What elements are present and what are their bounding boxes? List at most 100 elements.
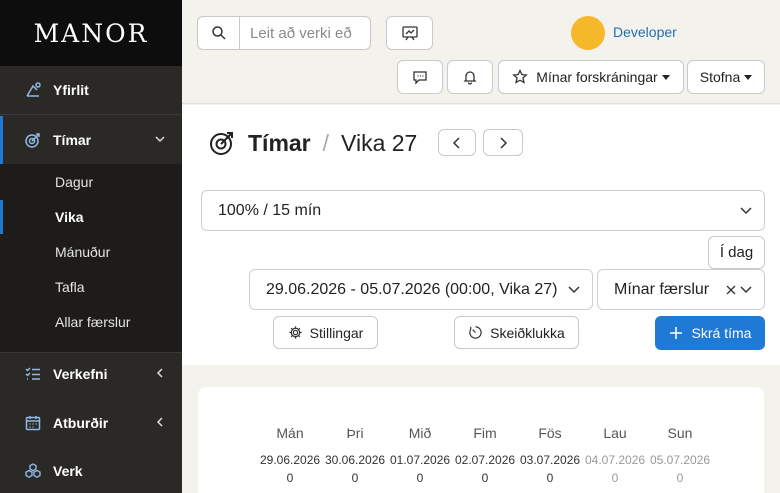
chart-button[interactable] — [386, 16, 433, 50]
target-clock-icon — [24, 131, 42, 149]
sidebar-subitem-dagur[interactable]: Dagur — [0, 165, 182, 199]
day-name: Lau — [603, 425, 627, 441]
date-range-select[interactable]: 29.06.2026 - 05.07.2026 (00:00, Vika 27) — [249, 269, 593, 310]
create-dropdown[interactable]: Stofna — [687, 60, 765, 94]
avatar[interactable] — [571, 16, 605, 50]
favorites-label: Mínar forskráningar — [536, 69, 658, 85]
sidebar-item-label: Verk — [53, 463, 83, 479]
stopwatch-button[interactable]: Skeiðklukka — [454, 316, 579, 349]
day-name: Þri — [346, 425, 364, 441]
search-box — [197, 16, 371, 50]
sidebar-item-yfirlit[interactable]: Yfirlit — [0, 67, 182, 113]
prev-week-button[interactable] — [438, 129, 476, 156]
rounding-select-value: 100% / 15 mín — [218, 201, 322, 219]
today-button[interactable]: Í dag — [708, 236, 765, 269]
caret-down-icon — [661, 74, 670, 80]
chevron-left-icon — [156, 417, 163, 427]
week-panel: Mán 29.06.2026 0 Þri 30.06.2026 0 Mið 01… — [198, 387, 764, 493]
day-name: Fös — [538, 425, 562, 441]
target-clock-icon — [210, 132, 233, 155]
day-count: 0 — [676, 471, 684, 485]
day-name: Sun — [667, 425, 693, 441]
day-column: Fim 02.07.2026 0 — [455, 425, 515, 485]
register-time-label: Skrá tíma — [691, 325, 752, 341]
chevron-down-icon — [740, 285, 752, 293]
day-count: 0 — [611, 471, 619, 485]
chevron-down-icon — [568, 285, 580, 293]
search-input[interactable] — [240, 17, 370, 49]
day-column: Fös 03.07.2026 0 — [520, 425, 580, 485]
notifications-button[interactable] — [447, 60, 493, 94]
sidebar-item-label: Yfirlit — [53, 82, 89, 98]
sidebar-subitem-allar-faerslur[interactable]: Allar færslur — [0, 305, 182, 339]
star-icon — [512, 69, 529, 84]
sidebar-item-label: Verkefni — [53, 366, 108, 382]
day-count: 0 — [481, 471, 489, 485]
day-name: Mið — [408, 425, 432, 441]
day-date[interactable]: 02.07.2026 — [455, 453, 515, 467]
sidebar-item-label: Atburðir — [53, 415, 109, 431]
messages-button[interactable] — [397, 60, 443, 94]
rounding-select[interactable]: 100% / 15 mín — [201, 190, 765, 231]
clear-icon[interactable] — [726, 285, 736, 295]
search-icon[interactable] — [198, 17, 240, 49]
day-column: Mið 01.07.2026 0 — [390, 425, 450, 485]
week-label: Vika 27 — [341, 129, 418, 156]
page-title: Tímar — [248, 129, 311, 156]
app-logo[interactable]: MANOR — [0, 0, 182, 66]
chevron-left-icon — [156, 368, 163, 378]
next-week-button[interactable] — [483, 129, 523, 156]
day-date[interactable]: 04.07.2026 — [585, 453, 645, 467]
sidebar-subitem-manudur[interactable]: Mánuður — [0, 235, 182, 269]
chat-icon — [413, 71, 427, 85]
day-name: Mán — [276, 425, 304, 441]
day-date[interactable]: 05.07.2026 — [650, 453, 710, 467]
register-time-button[interactable]: Skrá tíma — [655, 316, 765, 350]
plus-icon — [669, 327, 682, 339]
day-date[interactable]: 29.06.2026 — [260, 453, 320, 467]
day-count: 0 — [546, 471, 554, 485]
day-count: 0 — [286, 471, 294, 485]
day-column: Lau 04.07.2026 0 — [585, 425, 645, 485]
favorites-dropdown[interactable]: Mínar forskráningar — [498, 60, 684, 94]
task-list-icon — [24, 365, 42, 383]
day-column: Þri 30.06.2026 0 — [325, 425, 385, 485]
day-name: Fim — [473, 425, 497, 441]
chevron-right-icon — [500, 136, 508, 149]
sidebar-item-atburdir[interactable]: Atburðir — [0, 400, 182, 446]
page-title-row: Tímar / Vika 27 — [208, 129, 417, 157]
day-count: 0 — [351, 471, 359, 485]
top-header: Developer Mínar forskráningar Stofna — [182, 0, 780, 104]
sidebar-item-verkefni[interactable]: Verkefni — [0, 351, 182, 397]
sidebar-item-verk[interactable]: Verk — [0, 448, 182, 493]
stopwatch-icon — [469, 326, 482, 339]
stopwatch-label: Skeiðklukka — [490, 324, 565, 341]
create-label: Stofna — [699, 69, 741, 85]
sidebar-subitem-tafla[interactable]: Tafla — [0, 270, 182, 304]
settings-label: Stillingar — [309, 324, 364, 341]
chevron-down-icon — [155, 136, 165, 143]
day-column: Sun 05.07.2026 0 — [650, 425, 710, 485]
calendar-icon — [24, 414, 42, 432]
chevron-left-icon — [452, 136, 460, 149]
sidebar-subitem-vika[interactable]: Vika — [0, 200, 182, 234]
caret-down-icon — [744, 74, 753, 80]
settings-button[interactable]: Stillingar — [273, 316, 378, 349]
divider — [0, 114, 182, 115]
day-date[interactable]: 01.07.2026 — [390, 453, 450, 467]
sidebar: MANOR Yfirlit Tímar Dagur Vika Mánuður T… — [0, 0, 182, 493]
filter-select[interactable]: Mínar færslur — [597, 269, 765, 310]
presentation-chart-icon — [401, 26, 418, 41]
breadcrumb-separator: / — [322, 129, 330, 156]
day-column: Mán 29.06.2026 0 — [260, 425, 320, 485]
user-name-link[interactable]: Developer — [613, 24, 677, 40]
dashboard-icon — [24, 81, 42, 99]
day-count: 0 — [416, 471, 424, 485]
cubes-icon — [24, 462, 42, 480]
sidebar-item-label: Tímar — [53, 132, 92, 148]
day-date[interactable]: 30.06.2026 — [325, 453, 385, 467]
filter-select-value: Mínar færslur — [614, 280, 710, 298]
day-date[interactable]: 03.07.2026 — [520, 453, 580, 467]
bell-icon — [463, 71, 477, 85]
sidebar-item-timar[interactable]: Tímar — [0, 117, 182, 163]
